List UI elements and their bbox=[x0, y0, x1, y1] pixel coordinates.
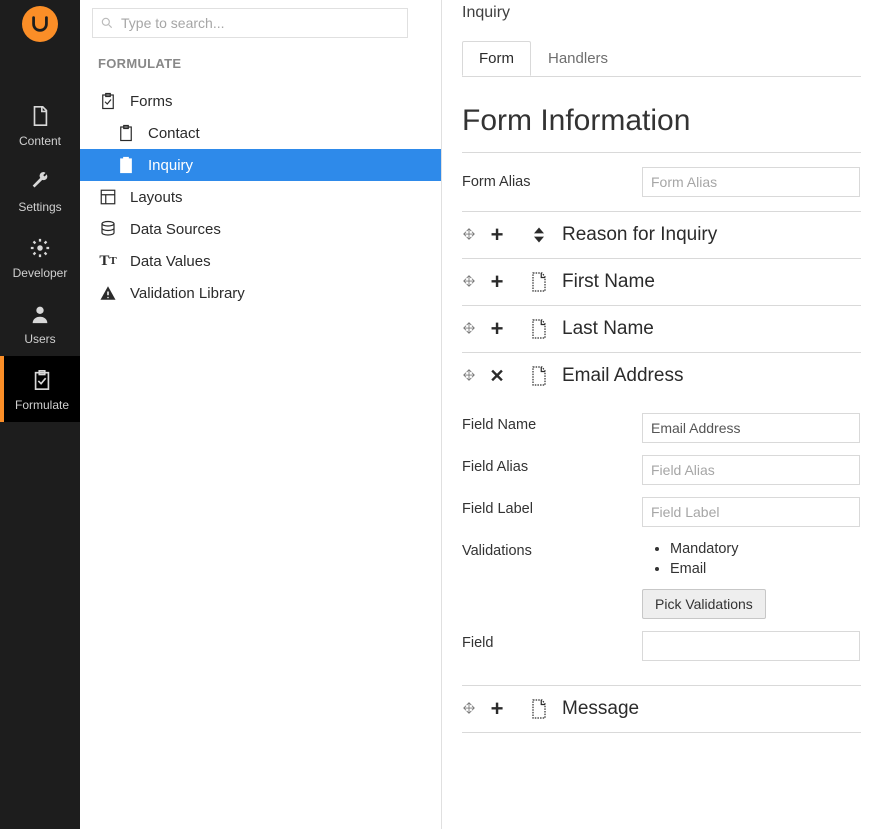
field-name-label: Field Name bbox=[462, 413, 642, 433]
tree-item-label: Data Sources bbox=[130, 221, 221, 238]
tree-item-label: Data Values bbox=[130, 253, 211, 270]
field-label-label: Field Label bbox=[462, 497, 642, 517]
field-row-message: + Message bbox=[462, 686, 861, 733]
tree-item-label: Inquiry bbox=[148, 157, 193, 174]
field-title: Email Address bbox=[562, 365, 683, 387]
main-content: Inquiry Form Handlers Form Information F… bbox=[442, 0, 871, 829]
tree-item-label: Contact bbox=[148, 125, 200, 142]
umbraco-u-icon bbox=[29, 13, 51, 35]
tree-item-forms[interactable]: Forms bbox=[80, 85, 441, 117]
tab-list: Form Handlers bbox=[462, 41, 861, 77]
tree-item-validation-library[interactable]: Validation Library bbox=[80, 277, 441, 309]
collapse-field-button[interactable]: ✕ bbox=[488, 367, 506, 385]
file-icon bbox=[28, 104, 52, 128]
drag-handle-icon[interactable] bbox=[462, 227, 478, 243]
database-icon bbox=[98, 219, 118, 239]
expand-field-button[interactable]: + bbox=[488, 273, 506, 291]
nav-item-users[interactable]: Users bbox=[0, 290, 80, 356]
validation-item: Mandatory bbox=[670, 539, 861, 559]
form-alias-label: Form Alias bbox=[462, 174, 642, 190]
validations-row: Validations Mandatory Email Pick Validat… bbox=[462, 533, 861, 625]
field-row-lastname: + Last Name bbox=[462, 306, 861, 353]
tab-handlers[interactable]: Handlers bbox=[531, 41, 625, 76]
field-raw-row: Field bbox=[462, 625, 861, 667]
tree-item-inquiry[interactable]: Inquiry bbox=[80, 149, 441, 181]
nav-item-developer[interactable]: Developer bbox=[0, 224, 80, 290]
field-row-firstname: + First Name bbox=[462, 259, 861, 306]
expand-field-button[interactable]: + bbox=[488, 700, 506, 718]
field-title: Message bbox=[562, 698, 639, 720]
nav-item-settings[interactable]: Settings bbox=[0, 158, 80, 224]
text-field-type-icon bbox=[526, 363, 552, 389]
tab-form[interactable]: Form bbox=[462, 41, 531, 76]
nav-item-content[interactable]: Content bbox=[0, 92, 80, 158]
drag-handle-icon[interactable] bbox=[462, 701, 478, 717]
field-name-row: Field Name bbox=[462, 407, 861, 449]
text-type-icon: TT bbox=[98, 251, 118, 271]
search-icon bbox=[100, 16, 114, 33]
field-title: Reason for Inquiry bbox=[562, 224, 717, 246]
tree-section-header: FORMULATE bbox=[80, 56, 441, 85]
gear-icon bbox=[28, 236, 52, 260]
tree-item-label: Validation Library bbox=[130, 285, 245, 302]
text-field-type-icon bbox=[526, 316, 552, 342]
clipboard-icon bbox=[116, 123, 136, 143]
pick-validations-button[interactable]: Pick Validations bbox=[642, 589, 766, 619]
clipboard-check-icon bbox=[98, 91, 118, 111]
app-nav-sidebar: Content Settings Developer Users Formula… bbox=[0, 0, 80, 829]
tree-item-contact[interactable]: Contact bbox=[80, 117, 441, 149]
field-row-email: ✕ Email Address bbox=[462, 353, 861, 399]
nav-label: Users bbox=[24, 332, 55, 346]
expand-field-button[interactable]: + bbox=[488, 320, 506, 338]
select-field-type-icon bbox=[526, 222, 552, 248]
nav-label: Formulate bbox=[15, 398, 69, 412]
field-details-email: Field Name Field Alias Field Label Valid… bbox=[462, 399, 861, 686]
tree-panel: FORMULATE Forms Contact Inquiry Layouts … bbox=[80, 0, 442, 829]
nav-label: Developer bbox=[13, 266, 68, 280]
field-name-input[interactable] bbox=[642, 413, 860, 443]
drag-handle-icon[interactable] bbox=[462, 368, 478, 384]
field-alias-label: Field Alias bbox=[462, 455, 642, 475]
layout-icon bbox=[98, 187, 118, 207]
field-title: Last Name bbox=[562, 318, 654, 340]
tree-item-data-values[interactable]: TT Data Values bbox=[80, 245, 441, 277]
field-raw-box[interactable] bbox=[642, 631, 860, 661]
tree-item-label: Layouts bbox=[130, 189, 183, 206]
wrench-icon bbox=[28, 170, 52, 194]
clipboard-check-icon bbox=[30, 368, 54, 392]
drag-handle-icon[interactable] bbox=[462, 321, 478, 337]
drag-handle-icon[interactable] bbox=[462, 274, 478, 290]
page-breadcrumb-title: Inquiry bbox=[462, 4, 861, 22]
umbraco-logo[interactable] bbox=[22, 6, 58, 42]
field-title: First Name bbox=[562, 271, 655, 293]
search-wrap bbox=[80, 8, 441, 56]
field-label-input[interactable] bbox=[642, 497, 860, 527]
user-icon bbox=[28, 302, 52, 326]
tree-item-layouts[interactable]: Layouts bbox=[80, 181, 441, 213]
form-alias-row: Form Alias bbox=[462, 153, 861, 211]
validations-list: Mandatory Email bbox=[642, 539, 861, 579]
field-label-row: Field Label bbox=[462, 491, 861, 533]
nav-label: Content bbox=[19, 134, 61, 148]
nav-label: Settings bbox=[18, 200, 61, 214]
field-raw-label: Field bbox=[462, 631, 642, 651]
validation-item: Email bbox=[670, 559, 861, 579]
text-field-type-icon bbox=[526, 696, 552, 722]
clipboard-icon bbox=[116, 155, 136, 175]
tree-item-data-sources[interactable]: Data Sources bbox=[80, 213, 441, 245]
form-alias-input[interactable] bbox=[642, 167, 860, 197]
search-input[interactable] bbox=[92, 8, 408, 38]
text-field-type-icon bbox=[526, 269, 552, 295]
expand-field-button[interactable]: + bbox=[488, 226, 506, 244]
validations-label: Validations bbox=[462, 539, 642, 559]
warning-icon bbox=[98, 283, 118, 303]
nav-item-formulate[interactable]: Formulate bbox=[0, 356, 80, 422]
tree-item-label: Forms bbox=[130, 93, 173, 110]
field-row-reason: + Reason for Inquiry bbox=[462, 211, 861, 259]
field-alias-row: Field Alias bbox=[462, 449, 861, 491]
field-alias-input[interactable] bbox=[642, 455, 860, 485]
page-heading: Form Information bbox=[462, 76, 861, 152]
